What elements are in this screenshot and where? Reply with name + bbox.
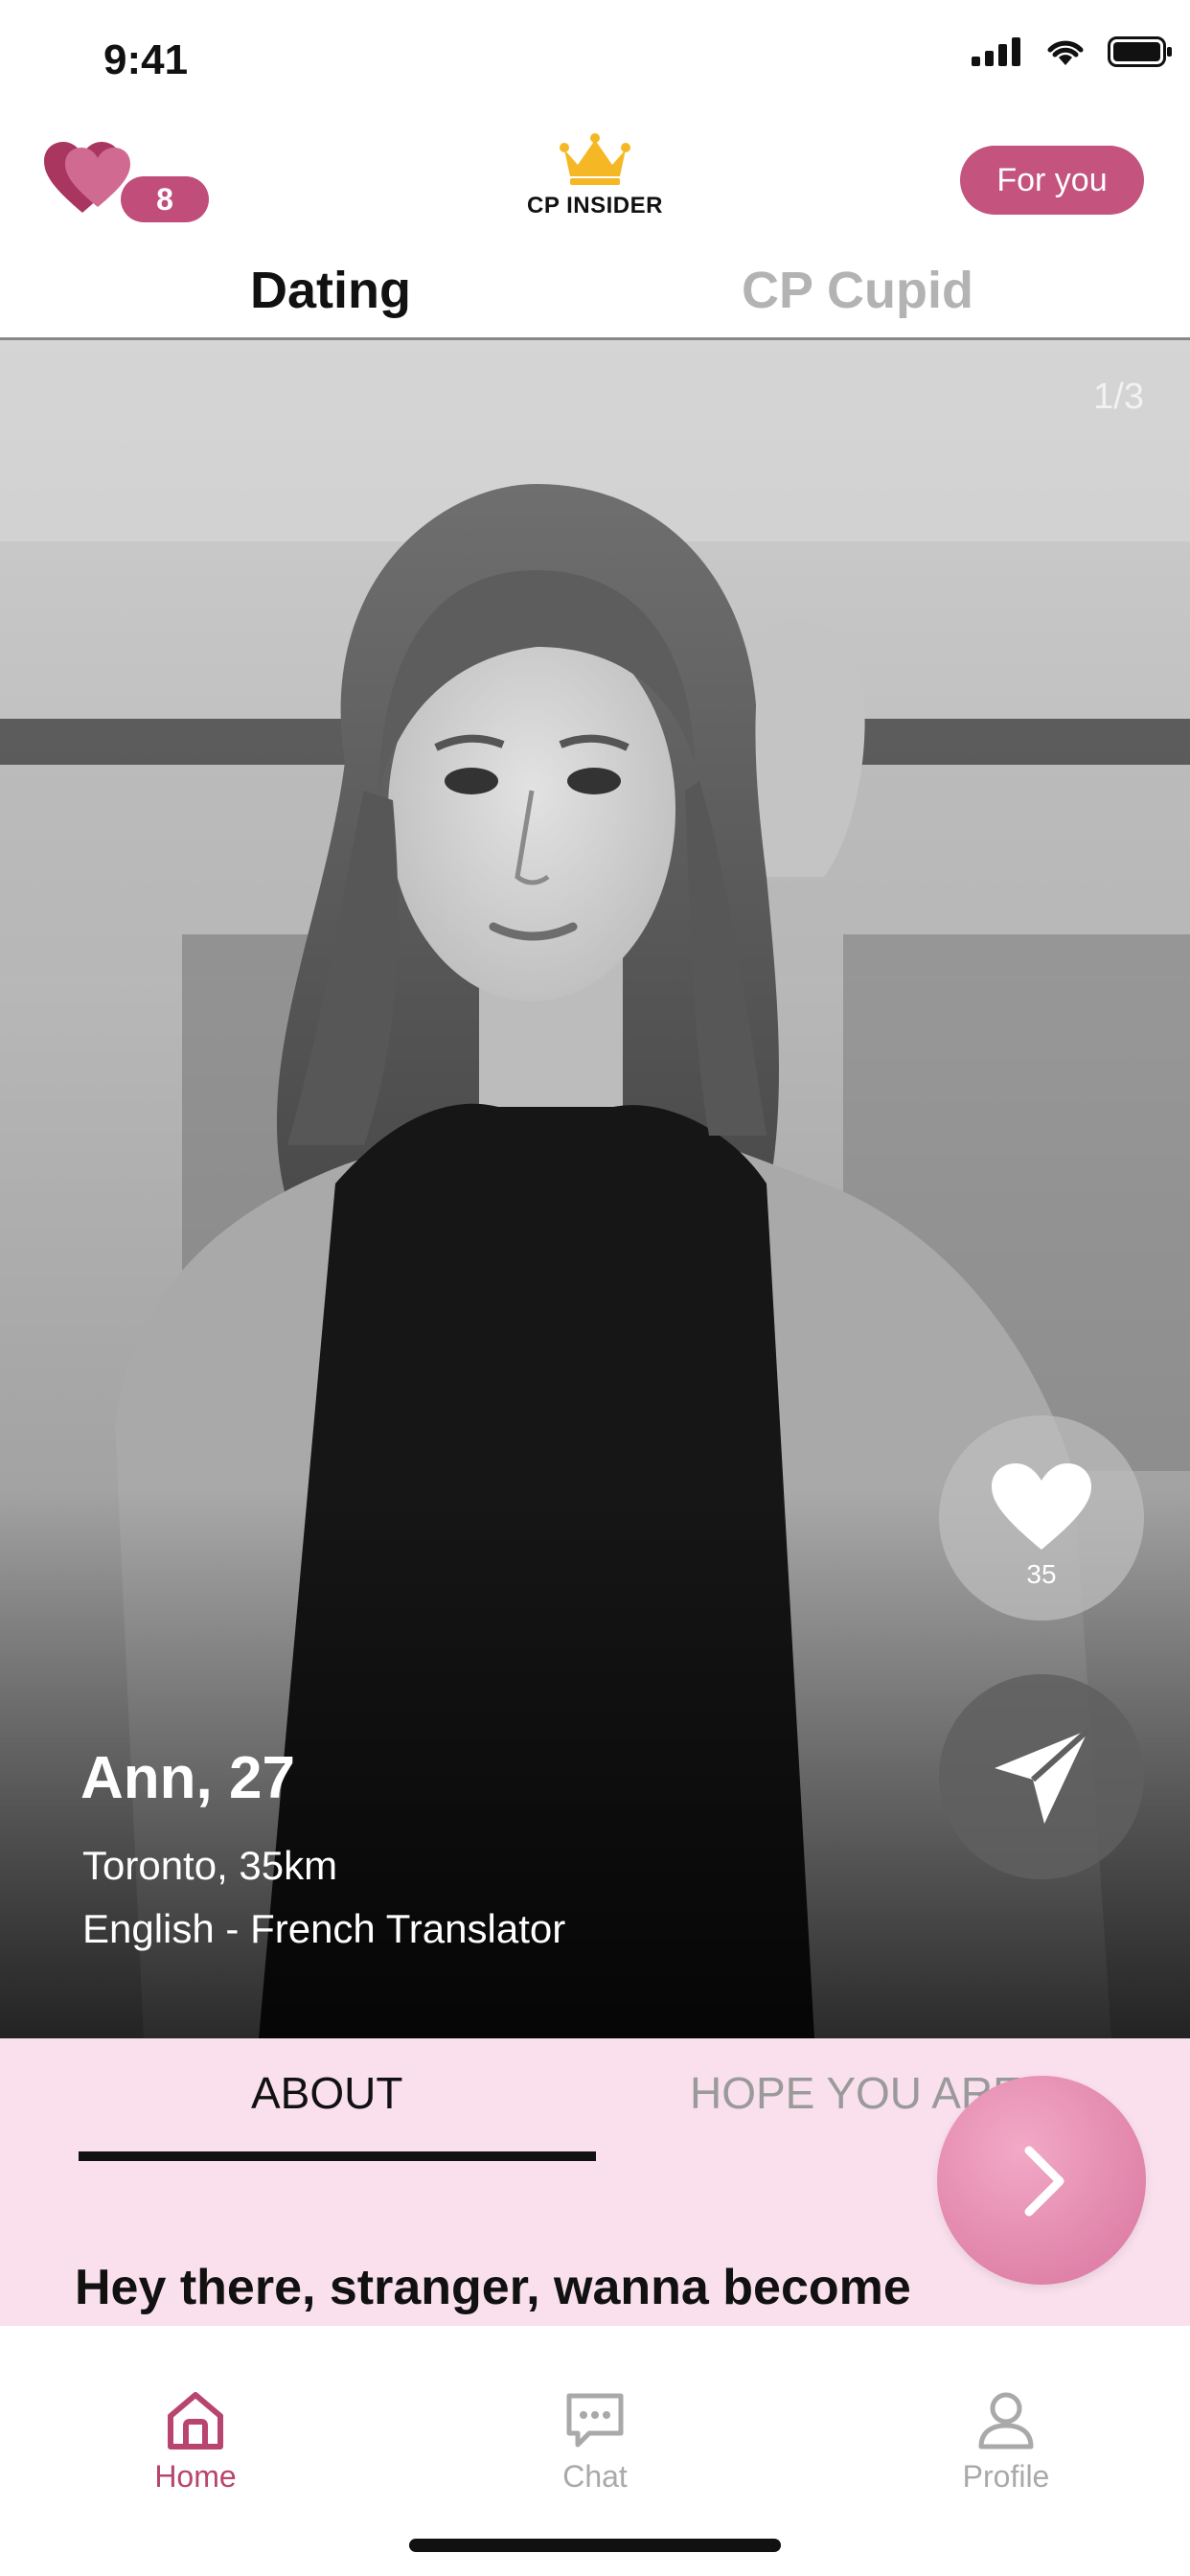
next-profile-button[interactable] bbox=[937, 2076, 1146, 2285]
top-tabs: Dating CP Cupid bbox=[0, 249, 1190, 340]
for-you-button[interactable]: For you bbox=[960, 146, 1144, 215]
nav-chat-label: Chat bbox=[562, 2459, 628, 2494]
chat-icon bbox=[566, 2393, 624, 2448]
nav-profile[interactable]: Profile bbox=[910, 2391, 1102, 2495]
tab-dating[interactable]: Dating bbox=[139, 261, 522, 320]
profile-name-age: Ann, 27 bbox=[80, 1745, 295, 1811]
status-time: 9:41 bbox=[103, 36, 189, 83]
nav-home[interactable]: Home bbox=[100, 2391, 291, 2495]
status-bar: 9:41 bbox=[0, 0, 1190, 125]
send-message-button[interactable] bbox=[939, 1674, 1144, 1879]
profile-occupation: English - French Translator bbox=[82, 1906, 566, 1951]
signal-icon bbox=[972, 37, 1020, 66]
bottom-nav: Home Chat Profile bbox=[0, 2326, 1190, 2576]
active-tab-indicator bbox=[79, 2151, 596, 2161]
photo-counter: 1/3 bbox=[1093, 377, 1144, 417]
hearts-button[interactable]: 8 bbox=[42, 140, 209, 226]
chevron-right-icon bbox=[1024, 2146, 1064, 2217]
status-icons bbox=[972, 36, 1173, 67]
top-header: 8 CP INSIDER For you bbox=[0, 125, 1190, 240]
tab-about[interactable]: ABOUT bbox=[251, 2067, 402, 2119]
profile-location: Toronto, 35km bbox=[82, 1843, 338, 1888]
about-text: Hey there, stranger, wanna become bbox=[75, 2260, 911, 2315]
hearts-count-badge: 8 bbox=[121, 176, 209, 222]
home-icon bbox=[168, 2392, 223, 2450]
paper-plane-icon bbox=[995, 1727, 1091, 1824]
dating-screen: 9:41 8 CP INSIDER For you Dating CP Cupi… bbox=[0, 0, 1190, 2576]
nav-home-label: Home bbox=[154, 2459, 237, 2494]
tab-cp-cupid[interactable]: CP Cupid bbox=[666, 261, 1049, 320]
like-count: 35 bbox=[1026, 1559, 1057, 1589]
profile-photo-card[interactable]: 1/3 Ann, 27 Toronto, 35km English - Fren… bbox=[0, 340, 1190, 2038]
profile-icon bbox=[978, 2392, 1034, 2450]
brand-logo: CP INSIDER bbox=[499, 132, 691, 219]
nav-profile-label: Profile bbox=[962, 2459, 1050, 2494]
home-indicator bbox=[409, 2539, 781, 2552]
heart-icon bbox=[992, 1463, 1091, 1550]
nav-chat[interactable]: Chat bbox=[499, 2391, 691, 2495]
wifi-icon bbox=[1047, 40, 1084, 65]
like-button[interactable]: 35 bbox=[939, 1415, 1144, 1621]
battery-icon bbox=[1108, 36, 1172, 67]
crown-icon bbox=[560, 133, 630, 185]
brand-name: CP INSIDER bbox=[527, 193, 663, 218]
